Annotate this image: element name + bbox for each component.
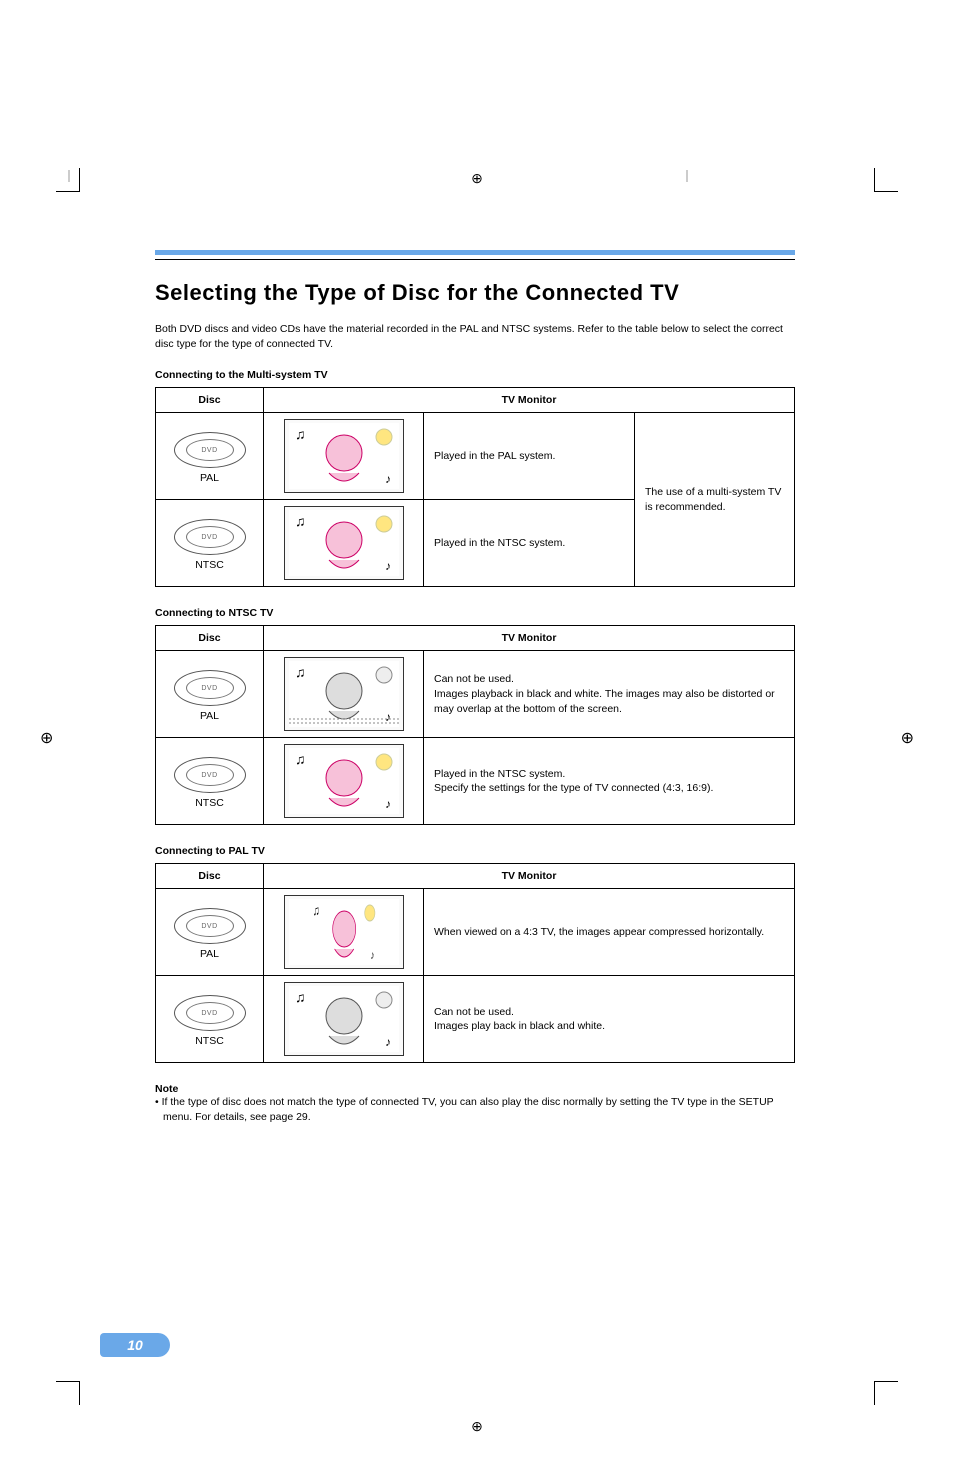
registration-mark-icon: ⊕ — [471, 1418, 483, 1435]
svg-text:♪: ♪ — [385, 1035, 391, 1049]
page-number: 10 — [127, 1337, 143, 1353]
table-row: DVD PAL ♫♪ Can not be used. Images playb… — [156, 651, 795, 738]
section-heading-pal: Connecting to PAL TV — [155, 845, 795, 857]
tv-thumb-color: ♫♪ — [284, 419, 404, 493]
crop-mark — [874, 1381, 898, 1405]
page-title: Selecting the Type of Disc for the Conne… — [155, 280, 795, 306]
svg-text:♪: ♪ — [385, 710, 391, 724]
svg-text:♫: ♫ — [295, 989, 306, 1005]
tv-thumb-bw: ♫♪ — [284, 982, 404, 1056]
registration-mark-icon: ⊕ — [40, 728, 53, 748]
table-row: DVD NTSC ♫♪ Played in the NTSC system. S… — [156, 738, 795, 825]
section-heading-ntsc: Connecting to NTSC TV — [155, 607, 795, 619]
disc-icon: DVD — [174, 995, 246, 1031]
disc-label: PAL — [166, 710, 253, 722]
disc-icon: DVD — [174, 519, 246, 555]
col-monitor: TV Monitor — [264, 864, 795, 889]
note-body: • If the type of disc does not match the… — [155, 1095, 795, 1124]
svg-text:♪: ♪ — [385, 559, 391, 573]
col-disc: Disc — [156, 388, 264, 413]
heading-rule-blue — [155, 250, 795, 255]
table-pal: Disc TV Monitor DVD PAL ♫♪ When viewed o… — [155, 863, 795, 1063]
disc-label: PAL — [166, 472, 253, 484]
table-multi: Disc TV Monitor DVD PAL ♫♪ Played in the… — [155, 387, 795, 587]
col-monitor: TV Monitor — [264, 626, 795, 651]
registration-mark-icon: ⊕ — [471, 170, 483, 187]
crop-mark — [56, 1381, 80, 1405]
tv-thumb-color: ♫♪ — [284, 506, 404, 580]
disc-label: NTSC — [166, 1035, 253, 1047]
svg-text:♪: ♪ — [385, 472, 391, 486]
disc-icon: DVD — [174, 432, 246, 468]
svg-text:♫: ♫ — [312, 903, 319, 918]
desc-text: Played in the PAL system. — [424, 413, 635, 500]
svg-text:♫: ♫ — [295, 426, 306, 442]
desc-text: When viewed on a 4:3 TV, the images appe… — [424, 889, 795, 976]
colorbar-left — [68, 170, 268, 182]
heading-rule-thin — [155, 259, 795, 260]
disc-label: NTSC — [166, 559, 253, 571]
col-disc: Disc — [156, 864, 264, 889]
svg-text:♫: ♫ — [295, 513, 306, 529]
page-content: Selecting the Type of Disc for the Conne… — [155, 250, 795, 1125]
desc-text: Can not be used. Images play back in bla… — [424, 976, 795, 1063]
desc-text: Can not be used. Images playback in blac… — [424, 651, 795, 738]
tv-thumb-bw: ♫♪ — [284, 657, 404, 731]
section-heading-multi: Connecting to the Multi-system TV — [155, 369, 795, 381]
table-row: DVD NTSC ♫♪ Can not be used. Images play… — [156, 976, 795, 1063]
note-heading: Note — [155, 1083, 795, 1095]
col-monitor: TV Monitor — [264, 388, 795, 413]
disc-label: PAL — [166, 948, 253, 960]
svg-text:♪: ♪ — [370, 950, 374, 963]
registration-mark-icon: ⊕ — [901, 728, 914, 748]
table-row: DVD PAL ♫♪ Played in the PAL system. The… — [156, 413, 795, 500]
recommend-text: The use of a multi-system TV is recommen… — [635, 413, 795, 587]
table-row: DVD PAL ♫♪ When viewed on a 4:3 TV, the … — [156, 889, 795, 976]
disc-label: NTSC — [166, 797, 253, 809]
col-disc: Disc — [156, 626, 264, 651]
tv-thumb-squeezed: ♫♪ — [284, 895, 404, 969]
page-number-badge: 10 — [100, 1333, 170, 1357]
disc-icon: DVD — [174, 757, 246, 793]
print-marks-top: ⊕ — [0, 170, 954, 210]
tv-thumb-color: ♫♪ — [284, 744, 404, 818]
disc-icon: DVD — [174, 670, 246, 706]
table-ntsc: Disc TV Monitor DVD PAL ♫♪ Can not be us… — [155, 625, 795, 825]
colorbar-right — [686, 170, 886, 182]
desc-text: Played in the NTSC system. Specify the s… — [424, 738, 795, 825]
disc-icon: DVD — [174, 908, 246, 944]
svg-text:♫: ♫ — [295, 664, 306, 680]
svg-text:♫: ♫ — [295, 751, 306, 767]
svg-text:♪: ♪ — [385, 797, 391, 811]
intro-text: Both DVD discs and video CDs have the ma… — [155, 322, 795, 351]
desc-text: Played in the NTSC system. — [424, 500, 635, 587]
